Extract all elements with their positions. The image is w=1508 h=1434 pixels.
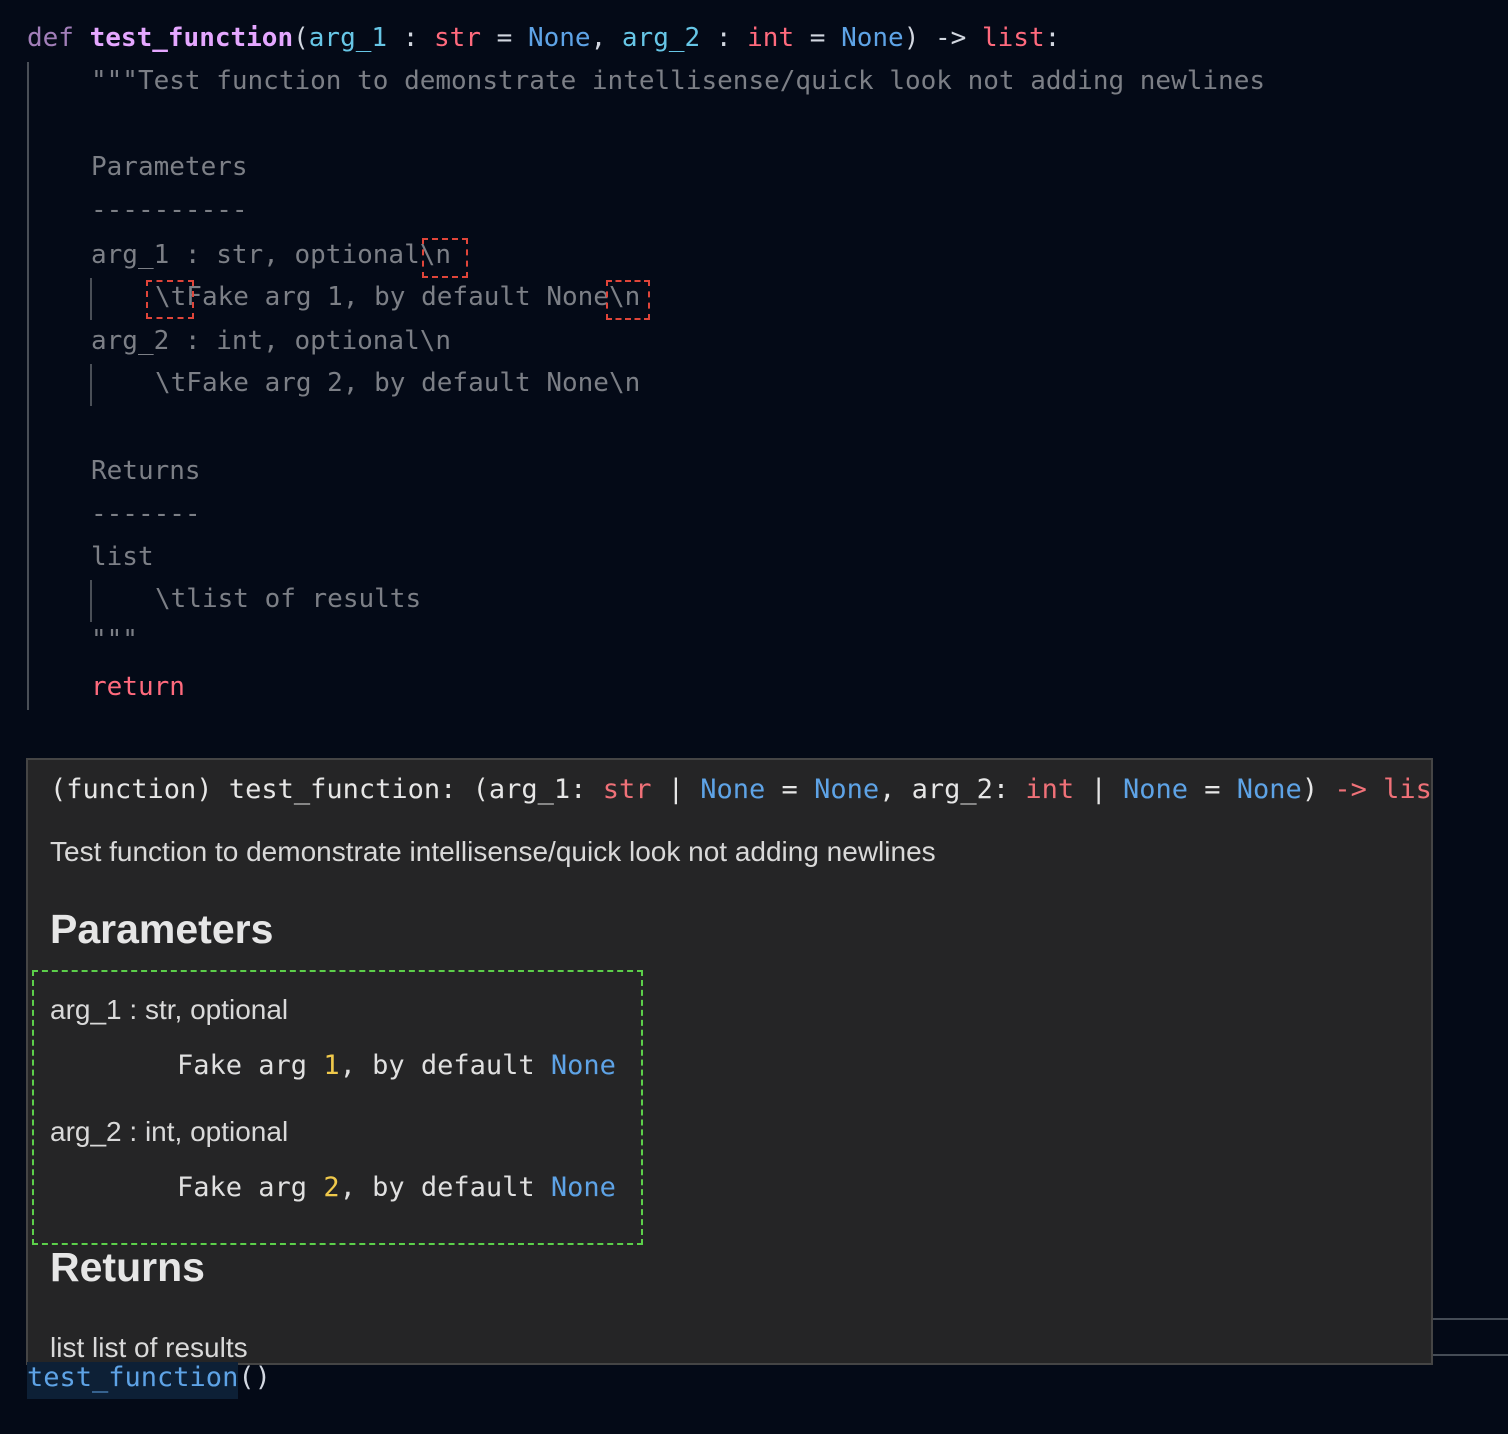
returns-heading: Returns	[50, 1244, 205, 1290]
docstring-line[interactable]: list	[27, 537, 154, 577]
return-keyword[interactable]: return	[27, 667, 185, 707]
sig-none: None	[814, 774, 880, 805]
docstring-line[interactable]: """Test function to demonstrate intellis…	[27, 61, 1265, 101]
docstring-line[interactable]: -------	[27, 494, 201, 534]
open-paren: (	[293, 23, 309, 53]
docstring-line[interactable]: \tlist of results	[27, 579, 421, 619]
sig-none: None	[1122, 774, 1188, 805]
sig-close: )	[1301, 774, 1335, 805]
docstring-line[interactable]: ----------	[27, 190, 248, 230]
sig-pipe: |	[651, 774, 701, 805]
docstring-line[interactable]: """	[27, 620, 138, 660]
param-arg1[interactable]: arg_1	[309, 23, 387, 53]
sig-none: None	[700, 774, 766, 805]
highlight-box	[32, 970, 643, 1245]
docstring-line[interactable]: Parameters	[27, 147, 248, 187]
docstring-line[interactable]: arg_2 : int, optional\n	[27, 321, 451, 361]
def-keyword: def	[27, 23, 74, 53]
colon: :	[387, 23, 435, 53]
highlight-box	[606, 280, 650, 320]
code-line-call[interactable]: test_function()	[27, 1358, 271, 1399]
sig-type-int: int	[1025, 774, 1075, 805]
sig-eq: =	[1188, 774, 1237, 805]
code-line-def[interactable]: def test_function(arg_1 : str = None, ar…	[27, 18, 1060, 58]
sig-none: None	[1236, 774, 1302, 805]
equals: =	[794, 23, 842, 53]
none-value[interactable]: None	[528, 23, 591, 53]
parameters-heading: Parameters	[50, 906, 274, 952]
docstring-line[interactable]	[27, 104, 91, 144]
sig-eq: =	[765, 774, 815, 805]
docstring-line[interactable]: \tFake arg 1, by default None\n	[27, 277, 640, 317]
docstring-line[interactable]: \tFake arg 2, by default None\n	[27, 363, 640, 403]
end-colon: :	[1044, 23, 1061, 53]
colon: :	[700, 23, 748, 53]
docstring-line[interactable]: Returns	[27, 451, 201, 491]
highlight-box	[422, 238, 468, 278]
code-editor[interactable]: def test_function(arg_1 : str = None, ar…	[0, 0, 1508, 740]
function-name[interactable]: test_function	[90, 23, 294, 53]
none-value[interactable]: None	[841, 23, 904, 53]
tooltip-signature: (function) test_function: (arg_1: str | …	[50, 770, 1432, 810]
type-int[interactable]: int	[747, 23, 794, 53]
call-function-name[interactable]: test_function	[27, 1362, 239, 1399]
return-type[interactable]: list	[982, 23, 1045, 53]
call-parens: ()	[238, 1362, 271, 1393]
param-arg2[interactable]: arg_2	[622, 23, 700, 53]
docstring-line[interactable]: arg_1 : str, optional\n	[27, 235, 451, 275]
sig-mid: , arg_2:	[879, 774, 1026, 805]
comma: ,	[590, 23, 622, 53]
equals: =	[481, 23, 528, 53]
sig-prefix: (function) test_function: (arg_1:	[50, 774, 603, 805]
tooltip-description: Test function to demonstrate intellisens…	[50, 836, 936, 867]
sig-type-str: str	[602, 774, 652, 805]
type-str[interactable]: str	[434, 23, 481, 53]
sig-return: -> list	[1334, 774, 1432, 805]
highlight-box	[146, 280, 194, 319]
close-paren-arrow: ) ->	[903, 23, 982, 53]
divider	[1431, 1354, 1508, 1356]
docstring-line[interactable]	[27, 407, 91, 447]
sig-pipe: |	[1074, 774, 1123, 805]
divider	[1431, 1318, 1508, 1320]
